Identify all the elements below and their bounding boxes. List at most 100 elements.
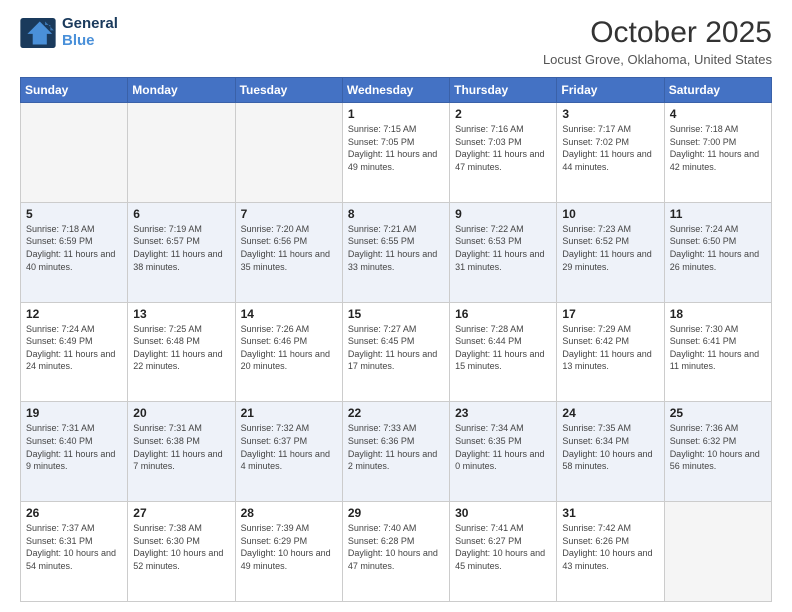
day-info: Sunrise: 7:18 AM Sunset: 6:59 PM Dayligh… (26, 223, 122, 273)
cell-w5-d2: 27 Sunrise: 7:38 AM Sunset: 6:30 PM Dayli… (128, 502, 235, 602)
cell-w2-d6: 10 Sunrise: 7:23 AM Sunset: 6:52 PM Dayli… (557, 202, 664, 302)
day-number: 21 (241, 406, 337, 420)
day-number: 3 (562, 107, 658, 121)
day-number: 2 (455, 107, 551, 121)
day-number: 6 (133, 207, 229, 221)
logo-text: General Blue (62, 16, 118, 49)
cell-w3-d1: 12Sunrise: 7:24 AM Sunset: 6:49 PM Dayli… (21, 302, 128, 402)
cell-w5-d6: 31 Sunrise: 7:42 AM Sunset: 6:26 PM Dayli… (557, 502, 664, 602)
day-info: Sunrise: 7:25 AM Sunset: 6:48 PM Dayligh… (133, 323, 229, 373)
week-row-4: 19Sunrise: 7:31 AM Sunset: 6:40 PM Dayli… (21, 402, 772, 502)
logo-icon (20, 18, 56, 48)
cell-w4-d7: 25 Sunrise: 7:36 AM Sunset: 6:32 PM Dayli… (664, 402, 771, 502)
col-wednesday: Wednesday (342, 78, 449, 103)
day-info: Sunrise: 7:22 AM Sunset: 6:53 PM Dayligh… (455, 223, 551, 273)
week-row-1: 1Sunrise: 7:15 AM Sunset: 7:05 PM Daylig… (21, 103, 772, 203)
logo-line2: Blue (62, 33, 118, 50)
day-info: Sunrise: 7:15 AM Sunset: 7:05 PM Dayligh… (348, 123, 444, 173)
day-info: Sunrise: 7:30 AM Sunset: 6:41 PM Dayligh… (670, 323, 766, 373)
location: Locust Grove, Oklahoma, United States (543, 52, 772, 67)
month-title: October 2025 (543, 16, 772, 50)
cell-w4-d2: 20Sunrise: 7:31 AM Sunset: 6:38 PM Dayli… (128, 402, 235, 502)
col-tuesday: Tuesday (235, 78, 342, 103)
day-number: 5 (26, 207, 122, 221)
day-number: 27 (133, 506, 229, 520)
day-info: Sunrise: 7:24 AM Sunset: 6:49 PM Dayligh… (26, 323, 122, 373)
cell-w1-d4: 1Sunrise: 7:15 AM Sunset: 7:05 PM Daylig… (342, 103, 449, 203)
day-info: Sunrise: 7:17 AM Sunset: 7:02 PM Dayligh… (562, 123, 658, 173)
day-info: Sunrise: 7:29 AM Sunset: 6:42 PM Dayligh… (562, 323, 658, 373)
col-friday: Friday (557, 78, 664, 103)
cell-w1-d5: 2 Sunrise: 7:16 AM Sunset: 7:03 PM Daylig… (450, 103, 557, 203)
cell-w3-d4: 15Sunrise: 7:27 AM Sunset: 6:45 PM Dayli… (342, 302, 449, 402)
day-number: 25 (670, 406, 766, 420)
day-info: Sunrise: 7:35 AM Sunset: 6:34 PM Dayligh… (562, 422, 658, 472)
cell-w1-d2 (128, 103, 235, 203)
day-number: 4 (670, 107, 766, 121)
day-number: 30 (455, 506, 551, 520)
cell-w3-d3: 14Sunrise: 7:26 AM Sunset: 6:46 PM Dayli… (235, 302, 342, 402)
cell-w4-d1: 19Sunrise: 7:31 AM Sunset: 6:40 PM Dayli… (21, 402, 128, 502)
cell-w1-d1 (21, 103, 128, 203)
day-info: Sunrise: 7:31 AM Sunset: 6:38 PM Dayligh… (133, 422, 229, 472)
day-info: Sunrise: 7:39 AM Sunset: 6:29 PM Dayligh… (241, 522, 337, 572)
day-info: Sunrise: 7:21 AM Sunset: 6:55 PM Dayligh… (348, 223, 444, 273)
cell-w3-d7: 18 Sunrise: 7:30 AM Sunset: 6:41 PM Dayli… (664, 302, 771, 402)
title-block: October 2025 Locust Grove, Oklahoma, Uni… (543, 16, 772, 67)
cell-w2-d2: 6 Sunrise: 7:19 AM Sunset: 6:57 PM Daylig… (128, 202, 235, 302)
calendar-table: Sunday Monday Tuesday Wednesday Thursday… (20, 77, 772, 602)
col-sunday: Sunday (21, 78, 128, 103)
day-info: Sunrise: 7:36 AM Sunset: 6:32 PM Dayligh… (670, 422, 766, 472)
week-row-2: 5 Sunrise: 7:18 AM Sunset: 6:59 PM Daylig… (21, 202, 772, 302)
day-info: Sunrise: 7:38 AM Sunset: 6:30 PM Dayligh… (133, 522, 229, 572)
cell-w5-d4: 29 Sunrise: 7:40 AM Sunset: 6:28 PM Dayli… (342, 502, 449, 602)
week-row-3: 12Sunrise: 7:24 AM Sunset: 6:49 PM Dayli… (21, 302, 772, 402)
cell-w5-d5: 30 Sunrise: 7:41 AM Sunset: 6:27 PM Dayli… (450, 502, 557, 602)
day-number: 18 (670, 307, 766, 321)
cell-w2-d4: 8 Sunrise: 7:21 AM Sunset: 6:55 PM Daylig… (342, 202, 449, 302)
day-info: Sunrise: 7:33 AM Sunset: 6:36 PM Dayligh… (348, 422, 444, 472)
day-number: 17 (562, 307, 658, 321)
cell-w3-d2: 13 Sunrise: 7:25 AM Sunset: 6:48 PM Dayli… (128, 302, 235, 402)
calendar-body: 1Sunrise: 7:15 AM Sunset: 7:05 PM Daylig… (21, 103, 772, 602)
day-info: Sunrise: 7:23 AM Sunset: 6:52 PM Dayligh… (562, 223, 658, 273)
day-number: 23 (455, 406, 551, 420)
day-number: 9 (455, 207, 551, 221)
day-number: 8 (348, 207, 444, 221)
day-info: Sunrise: 7:32 AM Sunset: 6:37 PM Dayligh… (241, 422, 337, 472)
day-info: Sunrise: 7:28 AM Sunset: 6:44 PM Dayligh… (455, 323, 551, 373)
day-number: 14 (241, 307, 337, 321)
day-info: Sunrise: 7:19 AM Sunset: 6:57 PM Dayligh… (133, 223, 229, 273)
week-row-5: 26Sunrise: 7:37 AM Sunset: 6:31 PM Dayli… (21, 502, 772, 602)
col-saturday: Saturday (664, 78, 771, 103)
cell-w4-d6: 24 Sunrise: 7:35 AM Sunset: 6:34 PM Dayli… (557, 402, 664, 502)
cell-w4-d5: 23Sunrise: 7:34 AM Sunset: 6:35 PM Dayli… (450, 402, 557, 502)
day-number: 10 (562, 207, 658, 221)
calendar-header-row: Sunday Monday Tuesday Wednesday Thursday… (21, 78, 772, 103)
day-info: Sunrise: 7:37 AM Sunset: 6:31 PM Dayligh… (26, 522, 122, 572)
cell-w1-d3 (235, 103, 342, 203)
day-number: 29 (348, 506, 444, 520)
col-monday: Monday (128, 78, 235, 103)
day-number: 11 (670, 207, 766, 221)
day-number: 13 (133, 307, 229, 321)
cell-w2-d1: 5 Sunrise: 7:18 AM Sunset: 6:59 PM Daylig… (21, 202, 128, 302)
day-info: Sunrise: 7:16 AM Sunset: 7:03 PM Dayligh… (455, 123, 551, 173)
logo-line1: General (62, 16, 118, 33)
day-info: Sunrise: 7:42 AM Sunset: 6:26 PM Dayligh… (562, 522, 658, 572)
logo: General Blue (20, 16, 118, 49)
cell-w2-d7: 11 Sunrise: 7:24 AM Sunset: 6:50 PM Dayli… (664, 202, 771, 302)
header: General Blue October 2025 Locust Grove, … (20, 16, 772, 67)
day-number: 24 (562, 406, 658, 420)
cell-w5-d3: 28Sunrise: 7:39 AM Sunset: 6:29 PM Dayli… (235, 502, 342, 602)
day-info: Sunrise: 7:40 AM Sunset: 6:28 PM Dayligh… (348, 522, 444, 572)
day-info: Sunrise: 7:24 AM Sunset: 6:50 PM Dayligh… (670, 223, 766, 273)
cell-w3-d5: 16Sunrise: 7:28 AM Sunset: 6:44 PM Dayli… (450, 302, 557, 402)
day-info: Sunrise: 7:18 AM Sunset: 7:00 PM Dayligh… (670, 123, 766, 173)
day-number: 31 (562, 506, 658, 520)
day-info: Sunrise: 7:20 AM Sunset: 6:56 PM Dayligh… (241, 223, 337, 273)
cell-w1-d7: 4 Sunrise: 7:18 AM Sunset: 7:00 PM Daylig… (664, 103, 771, 203)
col-thursday: Thursday (450, 78, 557, 103)
day-info: Sunrise: 7:41 AM Sunset: 6:27 PM Dayligh… (455, 522, 551, 572)
cell-w2-d3: 7Sunrise: 7:20 AM Sunset: 6:56 PM Daylig… (235, 202, 342, 302)
